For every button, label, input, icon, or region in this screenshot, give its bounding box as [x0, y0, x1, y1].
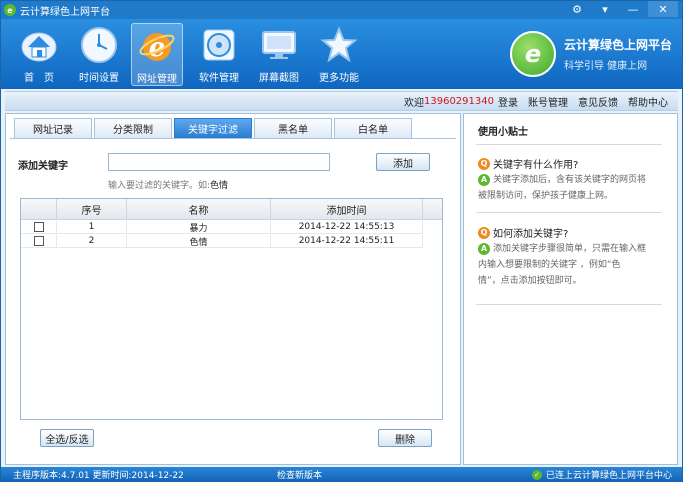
add-keyword-label: 添加关键字 [18, 161, 68, 172]
toolbar-url-label: 网址管理 [137, 74, 177, 85]
app-logo-icon: e [4, 4, 16, 16]
main-toolbar: 首 页 时间设置 e 网址管理 软件管理 屏幕截图 更多功能 e 云计算绿色上网… [1, 19, 682, 89]
toolbar-software[interactable]: 软件管理 [193, 23, 245, 86]
question-icon: Q [478, 226, 490, 239]
user-phone: 13960291340 [424, 95, 494, 107]
add-button[interactable]: 添加 [376, 153, 430, 171]
toolbar-more[interactable]: 更多功能 [313, 23, 365, 86]
toolbar-time-label: 时间设置 [79, 73, 119, 84]
clock-icon [79, 25, 119, 65]
status-bar: 主程序版本:4.7.01 更新时间:2014-12-22 检查新版本 ✓ 已连上云… [1, 467, 682, 482]
row-checkbox[interactable] [33, 236, 44, 246]
dropdown-icon[interactable]: ▾ [592, 1, 618, 17]
brand: e 云计算绿色上网平台 科学引导 健康上网 [509, 31, 672, 77]
welcome-text: 欢迎 [404, 97, 424, 109]
tab-url-records[interactable]: 网址记录 [14, 118, 92, 138]
row-time: 2014-12-22 14:55:11 [271, 235, 423, 248]
toolbar-screenshot-label: 屏幕截图 [259, 73, 299, 84]
check-update-link[interactable]: 检查新版本 [277, 468, 322, 481]
toolbar-more-label: 更多功能 [319, 73, 359, 84]
keyword-input[interactable] [108, 153, 330, 171]
table-header: 序号 名称 添加时间 [21, 199, 442, 220]
tab-bar: 网址记录 分类限制 关键字过滤 黑名单 白名单 [14, 118, 414, 138]
tip-answer-1: A 关键字添加后，含有该关键字的网页将 被限制访问，保护孩子健康上网。 [478, 173, 647, 201]
row-time: 2014-12-22 14:55:13 [271, 221, 423, 234]
table-row[interactable]: 1 暴力 2014-12-22 14:55:13 [21, 221, 442, 234]
select-all-button[interactable]: 全选/反选 [40, 429, 94, 447]
star-icon [319, 25, 359, 65]
connection-status: ✓ 已连上云计算绿色上网平台中心 [531, 468, 672, 481]
disc-icon [199, 25, 239, 65]
keyword-hint: 输入要过滤的关键字。如:色情 [108, 181, 229, 191]
header-name: 名称 [127, 199, 271, 219]
answer-icon: A [478, 242, 490, 255]
tip-question-2: Q 如何添加关键字? [478, 225, 568, 240]
toolbar-home[interactable]: 首 页 [13, 23, 65, 86]
header-time: 添加时间 [271, 199, 423, 219]
main-panel: 网址记录 分类限制 关键字过滤 黑名单 白名单 添加关键字 添加 输入要过滤的关… [5, 113, 461, 465]
row-name: 色情 [127, 235, 271, 248]
toolbar-time[interactable]: 时间设置 [73, 23, 125, 86]
keyword-table: 序号 名称 添加时间 1 暴力 2014-12-22 14:55:13 2 色情… [20, 198, 443, 420]
tab-keyword-filter[interactable]: 关键字过滤 [174, 118, 252, 138]
row-index: 2 [57, 235, 127, 248]
account-link[interactable]: 账号管理 [528, 94, 568, 109]
table-row[interactable]: 2 色情 2014-12-22 14:55:11 [21, 235, 442, 248]
monitor-icon [259, 25, 299, 65]
tips-divider [476, 144, 662, 145]
login-link[interactable]: 登录 [498, 94, 518, 109]
answer-icon: A [478, 173, 490, 186]
tips-divider [476, 212, 662, 213]
row-checkbox[interactable] [33, 222, 44, 232]
version-info: 主程序版本:4.7.01 更新时间:2014-12-22 [13, 471, 184, 481]
toolbar-screenshot[interactable]: 屏幕截图 [253, 23, 305, 86]
app-window: e 云计算绿色上网平台 ⚙ ▾ — ✕ 首 页 时间设置 e 网址管理 软件管理… [0, 0, 683, 482]
tab-divider [10, 138, 456, 139]
minimize-button[interactable]: — [620, 1, 646, 17]
tab-category-limits[interactable]: 分类限制 [94, 118, 172, 138]
toolbar-software-label: 软件管理 [199, 73, 239, 84]
header-checkbox-col [21, 199, 57, 219]
tips-panel: 使用小贴士 Q 关键字有什么作用? A 关键字添加后，含有该关键字的网页将 被限制访… [463, 113, 678, 465]
feedback-link[interactable]: 意见反馈 [578, 94, 618, 109]
tip-question-1: Q 关键字有什么作用? [478, 156, 578, 171]
toolbar-url[interactable]: e 网址管理 [131, 23, 183, 86]
brand-slogan: 科学引导 健康上网 [563, 61, 648, 72]
home-icon [19, 25, 59, 65]
row-index: 1 [57, 221, 127, 234]
tip-answer-2: A 添加关键字步骤很简单，只需在输入框 内输入想要限制的关键字 ，例如“色 情”，… [478, 242, 647, 286]
brand-logo: e [509, 31, 556, 77]
hint-example: 色情 [210, 181, 229, 191]
user-bar: 欢迎 13960291340 登录 账号管理 意见反馈 帮助中心 [5, 91, 678, 111]
gear-icon[interactable]: ⚙ [564, 1, 590, 17]
tab-blacklist[interactable]: 黑名单 [254, 118, 332, 138]
tab-whitelist[interactable]: 白名单 [334, 118, 412, 138]
toolbar-home-label: 首 页 [24, 73, 54, 84]
brand-title: 云计算绿色上网平台 [563, 38, 672, 52]
delete-button[interactable]: 删除 [378, 429, 432, 447]
close-button[interactable]: ✕ [648, 1, 678, 17]
help-link[interactable]: 帮助中心 [628, 94, 668, 109]
row-name: 暴力 [127, 221, 271, 234]
ie-icon: e [137, 26, 177, 66]
title-bar: e 云计算绿色上网平台 ⚙ ▾ — ✕ [1, 1, 682, 19]
tips-title: 使用小贴士 [478, 127, 528, 138]
window-title: 云计算绿色上网平台 [20, 6, 110, 18]
tips-divider [476, 304, 662, 305]
header-index: 序号 [57, 199, 127, 219]
connected-icon: ✓ [531, 469, 542, 480]
question-icon: Q [478, 157, 490, 170]
